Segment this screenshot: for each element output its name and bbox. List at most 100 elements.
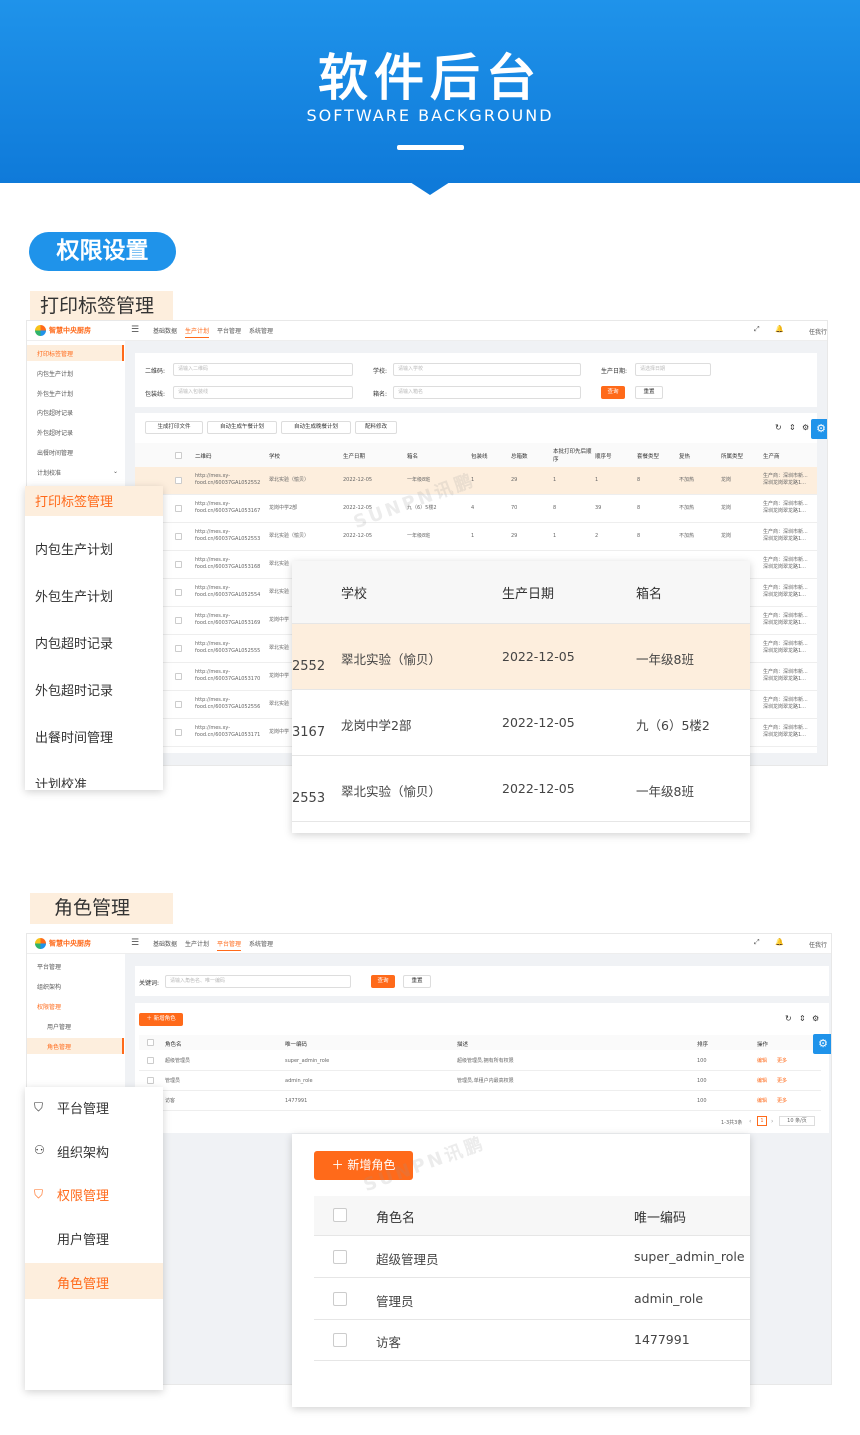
sidebar-item-print-label[interactable]: 打印标签管理: [37, 349, 73, 358]
sidebar-item-permission[interactable]: 权限管理: [37, 1002, 61, 1011]
nav-base-data[interactable]: 基础数据: [153, 326, 177, 335]
nav-production-plan[interactable]: 生产计划: [185, 326, 210, 338]
row-checkbox[interactable]: [175, 645, 182, 652]
zoom-item-inner-timeout[interactable]: 内包超时记录: [35, 633, 113, 652]
zoom-item-outer-plan[interactable]: 外包生产计划: [35, 586, 113, 605]
chevron-down-icon[interactable]: ⌄: [113, 468, 118, 475]
nav-platform[interactable]: 平台管理: [217, 939, 242, 951]
menu-toggle-icon[interactable]: ☰: [131, 325, 139, 335]
user-name[interactable]: 任我行: [809, 940, 827, 949]
zoom-item-inner-plan[interactable]: 内包生产计划: [35, 539, 113, 558]
row-checkbox[interactable]: [175, 729, 182, 736]
row-checkbox[interactable]: [175, 673, 182, 680]
school-input[interactable]: 请输入学校: [393, 363, 581, 376]
nav-platform[interactable]: 平台管理: [217, 326, 241, 335]
table-cell[interactable]: http://mes.xy-food.cn/60037GAL052552: [195, 473, 265, 487]
column-height-icon[interactable]: ⇕: [789, 423, 796, 432]
qrcode-input[interactable]: 请输入二维码: [173, 363, 353, 376]
edit-link[interactable]: 编辑: [757, 1098, 767, 1105]
column-height-icon[interactable]: ⇕: [799, 1014, 806, 1023]
zoom-item-meal-time[interactable]: 出餐时间管理: [35, 727, 113, 746]
zoom-row-checkbox[interactable]: [333, 1333, 347, 1347]
zoom-item-calibration[interactable]: 计划校准: [35, 774, 87, 788]
edit-link[interactable]: 编辑: [757, 1058, 767, 1065]
bell-icon[interactable]: 🔔: [775, 325, 784, 333]
toolbar-ingredient[interactable]: 配料修改: [355, 421, 397, 434]
more-link[interactable]: 更多: [777, 1058, 787, 1065]
user-name[interactable]: 任我行: [809, 327, 827, 336]
menu-toggle-icon[interactable]: ☰: [131, 938, 139, 948]
select-all-checkbox[interactable]: [147, 1039, 154, 1046]
row-checkbox[interactable]: [175, 589, 182, 596]
table-cell[interactable]: http://mes.xy-food.cn/60037GAL053167: [195, 501, 265, 515]
sidebar-item-users[interactable]: 用户管理: [47, 1022, 71, 1031]
sidebar-item-platform[interactable]: 平台管理: [37, 962, 61, 971]
table-cell[interactable]: http://mes.xy-food.cn/60037GAL053171: [195, 725, 265, 739]
pager-prev-icon[interactable]: ‹: [749, 1118, 751, 1125]
sidebar-item-calibration[interactable]: 计划校准: [37, 468, 61, 477]
floating-settings-icon[interactable]: ⚙: [811, 419, 827, 439]
sidebar-item-meal-time[interactable]: 出餐时间管理: [37, 448, 73, 457]
zoom-item-roles[interactable]: 角色管理: [57, 1273, 109, 1292]
toolbar-print-file[interactable]: 生成打印文件: [145, 421, 203, 434]
sidebar-item-inner-plan[interactable]: 内包生产计划: [37, 369, 73, 378]
row-checkbox[interactable]: [175, 561, 182, 568]
table-cell[interactable]: http://mes.xy-food.cn/60037GAL053169: [195, 613, 265, 627]
box-input[interactable]: 请输入箱名: [393, 386, 581, 399]
table-cell[interactable]: http://mes.xy-food.cn/60037GAL053168: [195, 557, 265, 571]
zoom-row-checkbox[interactable]: [333, 1250, 347, 1264]
refresh-icon[interactable]: ↻: [785, 1014, 792, 1023]
row-checkbox[interactable]: [175, 505, 182, 512]
sidebar-item-roles[interactable]: 角色管理: [47, 1042, 71, 1051]
pager-current[interactable]: 1: [757, 1116, 767, 1126]
sidebar-item-org[interactable]: 组织架构: [37, 982, 61, 991]
reset-button[interactable]: 重置: [635, 386, 663, 399]
floating-settings-icon[interactable]: ⚙: [813, 1034, 831, 1054]
fullscreen-icon[interactable]: ⤢: [754, 938, 760, 947]
reset-button[interactable]: 重置: [403, 975, 431, 988]
edit-link[interactable]: 编辑: [757, 1078, 767, 1085]
pager-next-icon[interactable]: ›: [771, 1118, 773, 1125]
zoom-item-print-label[interactable]: 打印标签管理: [35, 491, 113, 510]
row-checkbox[interactable]: [175, 701, 182, 708]
table-cell[interactable]: http://mes.xy-food.cn/60037GAL052553: [195, 529, 265, 543]
nav-system[interactable]: 系统管理: [249, 326, 273, 335]
fullscreen-icon[interactable]: ⤢: [754, 325, 760, 334]
settings-icon[interactable]: ⚙: [802, 423, 809, 432]
nav-base-data[interactable]: 基础数据: [153, 939, 177, 948]
row-checkbox[interactable]: [147, 1057, 154, 1064]
toolbar-dinner-plan[interactable]: 自动生成晚餐计划: [281, 421, 351, 434]
refresh-icon[interactable]: ↻: [775, 423, 782, 432]
line-input[interactable]: 请输入包装线: [173, 386, 353, 399]
pager-size-select[interactable]: 10 条/页: [779, 1116, 815, 1126]
settings-icon[interactable]: ⚙: [812, 1014, 819, 1023]
row-checkbox[interactable]: [147, 1077, 154, 1084]
nav-production-plan[interactable]: 生产计划: [185, 939, 209, 948]
keyword-input[interactable]: 请输入角色名、唯一编码: [165, 975, 351, 988]
sidebar-item-inner-timeout[interactable]: 内包超时记录: [37, 408, 73, 417]
zoom-item-org[interactable]: 组织架构: [57, 1142, 109, 1161]
nav-system[interactable]: 系统管理: [249, 939, 273, 948]
row-checkbox[interactable]: [175, 617, 182, 624]
sidebar-item-outer-plan[interactable]: 外包生产计划: [37, 389, 73, 398]
zoom-item-users[interactable]: 用户管理: [57, 1229, 109, 1248]
table-cell[interactable]: http://mes.xy-food.cn/60037GAL053170: [195, 669, 265, 683]
more-link[interactable]: 更多: [777, 1078, 787, 1085]
date-input[interactable]: 请选择日期: [635, 363, 711, 376]
table-cell[interactable]: http://mes.xy-food.cn/60037GAL052555: [195, 641, 265, 655]
toolbar-lunch-plan[interactable]: 自动生成午餐计划: [207, 421, 277, 434]
zoom-item-platform[interactable]: 平台管理: [57, 1098, 109, 1117]
row-checkbox[interactable]: [175, 533, 182, 540]
table-cell[interactable]: http://mes.xy-food.cn/60037GAL052556: [195, 697, 265, 711]
row-checkbox[interactable]: [175, 477, 182, 484]
search-button[interactable]: 查询: [601, 386, 625, 399]
zoom-row-checkbox[interactable]: [333, 1292, 347, 1306]
zoom-item-permission[interactable]: 权限管理: [57, 1185, 109, 1204]
table-cell[interactable]: http://mes.xy-food.cn/60037GAL052554: [195, 585, 265, 599]
bell-icon[interactable]: 🔔: [775, 938, 784, 946]
zoom-select-all[interactable]: [333, 1208, 347, 1222]
select-all-checkbox[interactable]: [175, 452, 182, 459]
add-role-button[interactable]: ＋ 新增角色: [139, 1013, 183, 1026]
search-button[interactable]: 查询: [371, 975, 395, 988]
zoom-item-outer-timeout[interactable]: 外包超时记录: [35, 680, 113, 699]
